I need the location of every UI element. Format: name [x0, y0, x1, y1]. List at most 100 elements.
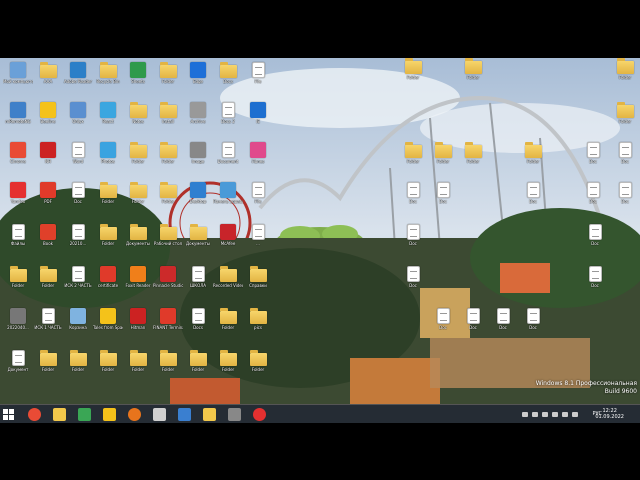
desktop-icon[interactable]: Archive [183, 102, 213, 124]
desktop-icon[interactable]: Doc [428, 182, 458, 204]
desktop-icon[interactable]: Doc [518, 182, 548, 204]
desktop-icon[interactable]: Doc [488, 308, 518, 330]
desktop-icon[interactable]: pics [243, 308, 273, 330]
power-icon[interactable] [572, 412, 578, 417]
desktop-icon[interactable]: certificate [93, 266, 123, 288]
desktop-icon[interactable]: Folder [3, 266, 33, 288]
flag-icon[interactable] [562, 412, 568, 417]
desktop-icon[interactable]: Folder [123, 142, 153, 164]
desktop-icon[interactable]: Folder [153, 62, 183, 84]
battery-icon[interactable] [552, 412, 558, 417]
desktop-icon[interactable]: Корзина [63, 308, 93, 330]
desktop-icon[interactable]: Folder [398, 58, 428, 80]
desktop-icon[interactable]: Chrome [3, 142, 33, 164]
desktop-icon[interactable]: Folder [458, 142, 488, 164]
desktop-icon[interactable]: Doc [578, 142, 608, 164]
desktop-icon[interactable]: Doc [398, 182, 428, 204]
desktop-icon[interactable]: Folder [93, 182, 123, 204]
desktop-icon[interactable]: Мой компьютер [3, 62, 33, 84]
desktop-icon[interactable]: Install [153, 102, 183, 124]
desktop-icon[interactable]: Sheets [123, 62, 153, 84]
desktop-icon[interactable]: Adobe Reader [63, 62, 93, 84]
desktop-icon[interactable]: Folder [458, 58, 488, 80]
desktop-icon[interactable]: mRemoteNG [3, 102, 33, 124]
desktop-icon[interactable]: Onlyx [63, 102, 93, 124]
desktop-icon[interactable]: 20210... [63, 224, 93, 246]
desktop-icon[interactable]: Tales from Space [93, 308, 123, 330]
desktop-icon[interactable]: Folder [428, 142, 458, 164]
desktop-icon[interactable]: Photos [93, 142, 123, 164]
desktop-icon[interactable]: Folder [63, 350, 93, 372]
desktop-icon[interactable]: Folder [123, 182, 153, 204]
desktop-icon[interactable]: Doc [518, 308, 548, 330]
network-icon[interactable] [532, 412, 538, 417]
desktop-icon[interactable]: Folder [33, 266, 63, 288]
desktop-icon[interactable]: Folder [93, 224, 123, 246]
desktop-icon[interactable]: Folder [213, 308, 243, 330]
desktop-icon[interactable]: Doc [580, 266, 610, 288]
desktop-icon[interactable]: Word [63, 142, 93, 164]
desktop-icon[interactable]: AAA [33, 62, 63, 84]
desktop-icon[interactable]: Image [183, 142, 213, 164]
taskbar-app-icon[interactable] [78, 408, 91, 421]
desktop-icon[interactable]: Edge [183, 62, 213, 84]
desktop-icon[interactable]: Foxit Reader [123, 266, 153, 288]
desktop-icon[interactable]: ИСК 2 ЧАСТЬ [63, 266, 93, 288]
desktop-icon[interactable]: Панель управления [213, 182, 243, 204]
desktop-icon[interactable]: ШКОЛА [183, 266, 213, 288]
taskbar-app-icon[interactable] [103, 408, 116, 421]
taskbar-firefox-icon[interactable] [128, 408, 141, 421]
desktop-icon[interactable]: Doc [63, 182, 93, 204]
desktop-icon[interactable]: Doc [428, 308, 458, 330]
desktop-icon[interactable]: iTunes [243, 142, 273, 164]
desktop-icon[interactable]: Doc [580, 224, 610, 246]
taskbar-app-icon[interactable] [228, 408, 241, 421]
desktop-icon[interactable]: Book [33, 224, 63, 246]
desktop-icon[interactable]: McAfee [213, 224, 243, 246]
desktop-icon[interactable]: ... [243, 224, 273, 246]
taskbar-explorer-icon[interactable] [53, 408, 66, 421]
desktop-icon[interactable]: NH [33, 142, 63, 164]
start-button[interactable] [3, 409, 14, 420]
desktop-icon[interactable]: React [93, 102, 123, 124]
desktop-icon[interactable]: Folder [183, 350, 213, 372]
desktop-icon[interactable]: Pinnacle Studio [153, 266, 183, 288]
desktop-icon[interactable]: Recorded Videos [213, 266, 243, 288]
desktop-icon[interactable]: Документ [3, 350, 33, 372]
desktop-icon[interactable]: Document [213, 142, 243, 164]
desktop-icon[interactable]: Folder [213, 350, 243, 372]
desktop-icon[interactable]: Folder [398, 142, 428, 164]
desktop-icon[interactable]: IE [243, 102, 273, 124]
desktop-icon[interactable]: ИСК 1 ЧАСТЬ [33, 308, 63, 330]
desktop-icon[interactable]: 2022040... [3, 308, 33, 330]
desktop-icon[interactable]: Folder [93, 350, 123, 372]
desktop-icon[interactable]: Desktop [183, 182, 213, 204]
desktop-icon[interactable]: Folder [123, 350, 153, 372]
tray-up-icon[interactable] [522, 412, 528, 417]
taskbar-chrome-icon[interactable] [28, 408, 41, 421]
desktop-icon[interactable]: File [243, 62, 273, 84]
desktop-icon[interactable]: Doc [458, 308, 488, 330]
desktop-icon[interactable]: Recycle Bin [93, 62, 123, 84]
desktop-icon[interactable]: Docs 2 [213, 102, 243, 124]
desktop-icon[interactable]: Doc [610, 182, 640, 204]
desktop-icon[interactable]: Docs [213, 62, 243, 84]
taskbar-yandex-icon[interactable] [253, 408, 266, 421]
desktop-icon[interactable]: FINANT Terminal [153, 308, 183, 330]
desktop-icon[interactable]: Справки [243, 266, 273, 288]
desktop-icon[interactable]: Doc [398, 224, 428, 246]
desktop-icon[interactable]: Документы [123, 224, 153, 246]
desktop-icon[interactable]: Folder [33, 350, 63, 372]
desktop-icon[interactable]: Folder [153, 182, 183, 204]
desktop-icon[interactable]: Folder [518, 142, 548, 164]
desktop-icon[interactable]: File [243, 182, 273, 204]
desktop-icon[interactable]: PDF [33, 182, 63, 204]
volume-icon[interactable] [542, 412, 548, 417]
desktop-icon[interactable]: Notes [123, 102, 153, 124]
desktop-icon[interactable]: Doc [610, 142, 640, 164]
desktop-icon[interactable]: Beeline [33, 102, 63, 124]
desktop-icon[interactable]: Файлы [3, 224, 33, 246]
desktop-icon[interactable]: Doc [398, 266, 428, 288]
taskbar-explorer-icon[interactable] [203, 408, 216, 421]
desktop-icon[interactable]: Folder [610, 102, 640, 124]
